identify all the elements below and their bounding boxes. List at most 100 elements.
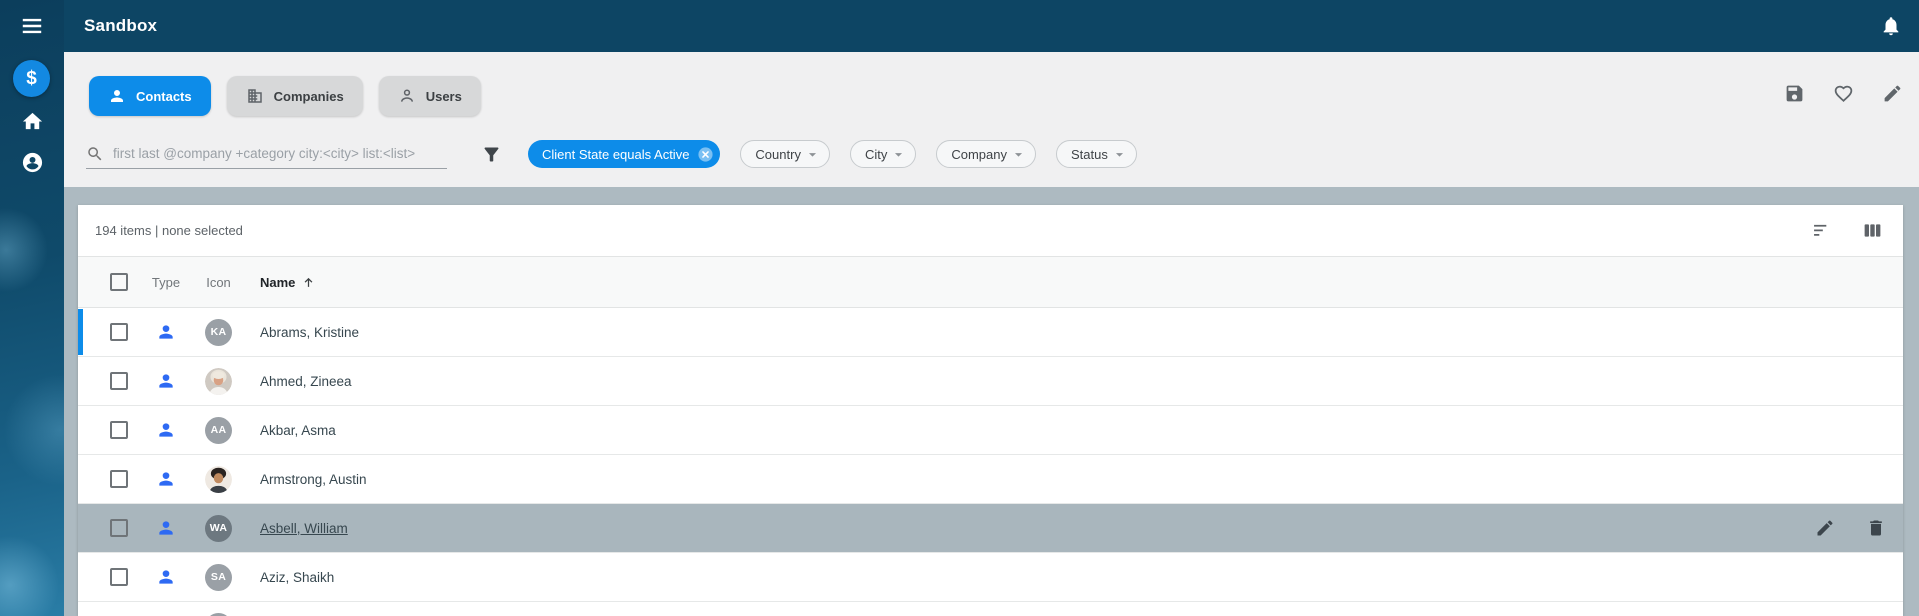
dropdown-label: Country — [755, 146, 801, 162]
row-delete-trash-icon[interactable] — [1866, 518, 1886, 538]
contact-type-person-icon — [156, 567, 176, 587]
table-row[interactable]: SA Aziz, Shaikh — [78, 553, 1903, 602]
home-icon[interactable] — [21, 110, 44, 133]
row-edit-pencil-icon[interactable] — [1815, 518, 1835, 538]
search-input[interactable] — [111, 145, 447, 162]
avatar-cell — [205, 367, 232, 395]
avatar-cell: KA — [205, 318, 232, 346]
row-checkbox[interactable] — [110, 568, 128, 586]
avatar-cell: AA — [205, 416, 232, 444]
column-header-name[interactable]: Name — [260, 275, 316, 290]
view-actions — [1784, 83, 1903, 104]
list-tools — [1811, 220, 1883, 241]
chevron-down-icon — [804, 146, 821, 163]
dropdown-label: Company — [951, 146, 1007, 162]
avatar: AA — [205, 416, 232, 444]
account-circle-icon[interactable] — [21, 151, 44, 174]
filter-dropdown-company[interactable]: Company — [936, 140, 1036, 168]
filter-dropdowns: Country City Company Status — [720, 140, 1137, 168]
row-checkbox[interactable] — [110, 372, 128, 390]
row-checkbox[interactable] — [110, 323, 128, 341]
table-row[interactable]: Armstrong, Austin — [78, 455, 1903, 504]
table-row[interactable]: WA Asbell, William — [78, 504, 1903, 553]
contacts-list-panel: 194 items | none selected Type Icon Name — [78, 205, 1903, 616]
select-all-checkbox[interactable] — [110, 273, 128, 291]
table-row[interactable]: KA Abrams, Kristine — [78, 308, 1903, 357]
active-filter-chip[interactable]: Client State equals Active — [528, 140, 721, 168]
avatar — [205, 465, 232, 493]
entity-tabs: Contacts Companies Users — [89, 76, 481, 116]
contact-type-person-icon — [156, 420, 176, 440]
avatar: SA — [205, 563, 232, 591]
contact-name-link[interactable]: Akbar, Asma — [260, 423, 336, 438]
dollar-fab[interactable]: $ — [13, 60, 50, 97]
avatar: WA — [205, 514, 232, 542]
avatar — [205, 367, 232, 395]
app-header: Sandbox — [64, 0, 1919, 52]
tab-companies[interactable]: Companies — [226, 76, 363, 116]
favorite-heart-icon[interactable] — [1833, 83, 1854, 104]
filter-dropdown-status[interactable]: Status — [1055, 140, 1137, 168]
avatar-photo-man — [205, 465, 232, 493]
search-field[interactable] — [86, 139, 447, 169]
row-checkbox[interactable] — [110, 470, 128, 488]
search-icon — [86, 145, 104, 163]
tab-users[interactable]: Users — [378, 76, 481, 116]
items-count: 194 items | none selected — [95, 223, 243, 238]
chevron-down-icon — [890, 146, 907, 163]
chip-remove-icon[interactable] — [697, 146, 714, 163]
column-header-type[interactable]: Type — [152, 275, 180, 290]
avatar-cell — [205, 465, 232, 493]
user-outline-icon — [398, 87, 416, 105]
contact-name-link[interactable]: Asbell, William — [260, 521, 348, 536]
avatar-cell — [205, 612, 232, 616]
filter-bar: Client State equals Active Country City … — [86, 139, 1137, 169]
building-icon — [246, 87, 264, 105]
contact-type-person-icon — [156, 518, 176, 538]
avatar-photo-woman — [205, 367, 232, 395]
row-actions — [1815, 518, 1903, 538]
filter-dropdown-city[interactable]: City — [849, 140, 917, 168]
contact-name-link[interactable]: Armstrong, Austin — [260, 472, 367, 487]
sort-ascending-arrow-icon — [301, 275, 316, 290]
save-view-icon[interactable] — [1784, 83, 1805, 104]
contact-type-person-icon — [156, 371, 176, 391]
row-checkbox[interactable] — [110, 421, 128, 439]
table-row[interactable] — [78, 602, 1903, 616]
column-header-icon[interactable]: Icon — [205, 275, 232, 290]
columns-icon[interactable] — [1862, 220, 1883, 241]
sort-list-icon[interactable] — [1811, 220, 1832, 241]
dropdown-label: Status — [1070, 146, 1108, 162]
dropdown-label: City — [864, 146, 888, 162]
avatar: KA — [205, 318, 232, 346]
avatar-cell: SA — [205, 563, 232, 591]
avatar-cell: WA — [205, 514, 232, 542]
table-row[interactable]: Ahmed, Zineea — [78, 357, 1903, 406]
table-header-row: Type Icon Name — [78, 257, 1903, 308]
tab-contacts[interactable]: Contacts — [89, 76, 211, 116]
dollar-icon: $ — [26, 67, 37, 89]
tab-label: Users — [425, 88, 462, 104]
table-row[interactable]: AA Akbar, Asma — [78, 406, 1903, 455]
contact-type-person-icon — [156, 322, 176, 342]
table-body: KA Abrams, Kristine Ahmed, Zineea AA Akb… — [78, 308, 1903, 616]
list-summary-bar: 194 items | none selected — [78, 205, 1903, 257]
contact-name-link[interactable]: Ahmed, Zineea — [260, 374, 352, 389]
table-backdrop: 194 items | none selected Type Icon Name — [64, 187, 1919, 616]
avatar — [205, 612, 232, 616]
edit-pencil-icon[interactable] — [1882, 83, 1903, 104]
contact-name-link[interactable]: Aziz, Shaikh — [260, 570, 334, 585]
tab-label: Contacts — [136, 88, 192, 104]
row-checkbox[interactable] — [110, 519, 128, 537]
left-rail: $ — [0, 0, 64, 616]
hamburger-menu-icon[interactable] — [19, 13, 45, 39]
filter-funnel-icon[interactable] — [481, 144, 502, 165]
contact-name-link[interactable]: Abrams, Kristine — [260, 325, 359, 340]
chevron-down-icon — [1010, 146, 1027, 163]
chip-label: Client State equals Active — [542, 146, 690, 162]
notifications-bell-icon[interactable] — [1880, 15, 1902, 37]
page-title: Sandbox — [84, 16, 158, 35]
filter-dropdown-country[interactable]: Country — [740, 140, 830, 168]
tab-label: Companies — [273, 88, 344, 104]
contact-type-person-icon — [156, 469, 176, 489]
